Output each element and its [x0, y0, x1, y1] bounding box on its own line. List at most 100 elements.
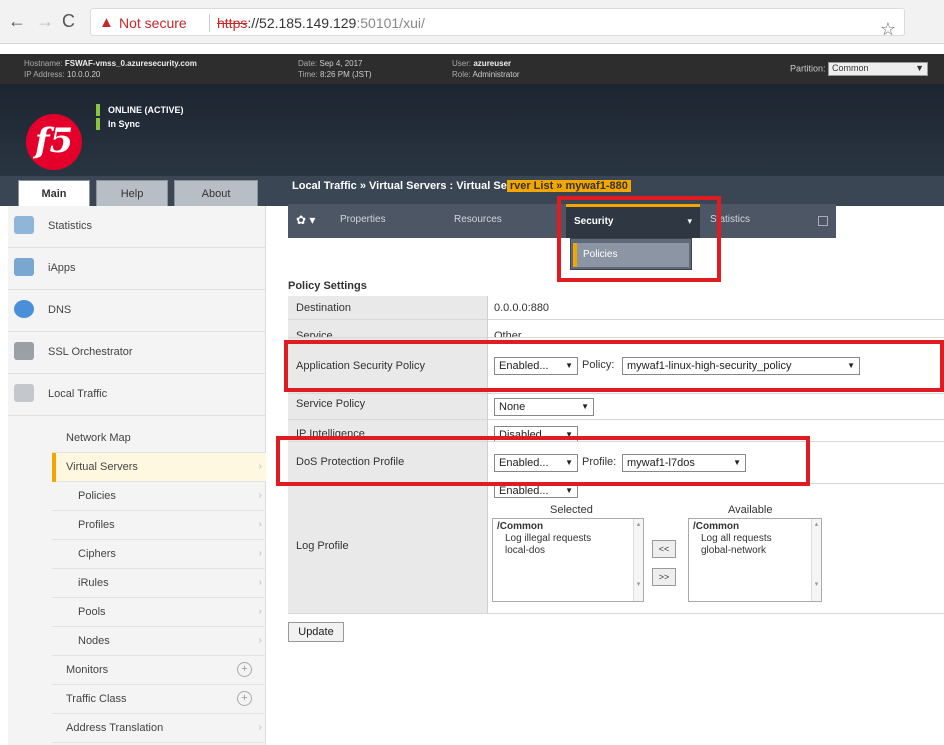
tab-main[interactable]: Main — [18, 180, 90, 206]
partition-control: Partition: Common ▼ — [790, 62, 928, 76]
statistics-icon — [14, 216, 34, 234]
address-bar[interactable]: ▲ Not secure https://52.185.149.129:5010… — [90, 8, 905, 39]
destination-label: Destination — [296, 302, 352, 314]
sidebar-item-statistics[interactable]: Statistics — [8, 206, 266, 248]
sync-status[interactable]: In Sync — [96, 118, 140, 130]
chevron-right-icon: › — [258, 519, 262, 530]
submenu-ciphers[interactable]: Ciphers › — [52, 540, 266, 569]
submenu-address-translation[interactable]: Address Translation › — [52, 714, 266, 743]
submenu-label: Network Map — [66, 432, 131, 444]
popout-icon[interactable] — [818, 216, 828, 226]
sidebar-item-local-traffic[interactable]: Local Traffic — [8, 374, 266, 416]
breadcrumb-separator: » — [359, 180, 366, 192]
submenu-policies[interactable]: Policies › — [52, 482, 266, 511]
reload-icon[interactable]: C — [62, 12, 75, 30]
submenu-traffic-class[interactable]: Traffic Class + — [52, 685, 266, 714]
warning-icon: ▲ — [99, 14, 114, 31]
partition-value: Common — [832, 63, 869, 73]
service-policy-value: None — [499, 401, 526, 413]
submenu-virtual-servers[interactable]: Virtual Servers › — [52, 453, 266, 482]
breadcrumb-section[interactable]: Local Traffic — [292, 180, 357, 192]
service-policy-select[interactable]: None ▼ — [494, 398, 594, 416]
partition-select[interactable]: Common ▼ — [828, 62, 928, 76]
submenu-label: iRules — [78, 577, 109, 589]
submenu-network-map[interactable]: Network Map — [52, 424, 266, 453]
breadcrumb-hidden: rver List » mywaf1-880 — [506, 180, 631, 192]
log-profile-label: Log Profile — [296, 540, 349, 552]
sidebar-item-ssl-orchestrator[interactable]: SSL Orchestrator — [8, 332, 266, 374]
selected-log-list[interactable]: /Common Log illegal requests local-dos ▴… — [492, 518, 644, 602]
submenu-label: Traffic Class — [66, 693, 127, 705]
url-host: ://52.185.149.129 — [247, 15, 357, 31]
update-button[interactable]: Update — [288, 622, 344, 642]
f5-logo: f5 — [26, 114, 82, 170]
log-state-select[interactable]: Enabled... ▼ — [494, 484, 578, 498]
bookmark-star-icon[interactable]: ☆ — [880, 19, 896, 40]
row-value: 0.0.0.0:880 — [488, 296, 944, 319]
available-heading: Available — [728, 504, 773, 516]
add-circle-icon[interactable]: + — [237, 691, 252, 706]
list-item[interactable]: local-dos — [497, 545, 639, 557]
row-label: Log Profile — [288, 484, 488, 613]
scrollbar[interactable]: ▴ ▾ — [811, 519, 821, 601]
submenu-label: Profiles — [78, 519, 115, 531]
submenu-label: Nodes — [78, 635, 110, 647]
f5-banner: f5 ONLINE (ACTIVE) In Sync — [0, 84, 944, 176]
scrollbar[interactable]: ▴ ▾ — [633, 519, 643, 601]
browser-toolbar: ← → C ▲ Not secure https://52.185.149.12… — [0, 0, 944, 44]
list-item[interactable]: /Common — [497, 521, 639, 533]
service-label: Service — [296, 330, 333, 338]
row-value: None ▼ — [488, 394, 944, 419]
log-state-value: Enabled... — [499, 485, 549, 497]
row-value: Enabled... ▼ Selected Available /Common L… — [488, 484, 944, 613]
sidebar-item-dns[interactable]: DNS — [8, 290, 266, 332]
add-circle-icon[interactable]: + — [237, 662, 252, 677]
gear-icon[interactable]: ✿ ▾ — [296, 213, 315, 227]
submenu-profiles[interactable]: Profiles › — [52, 511, 266, 540]
breadcrumb: Local Traffic » Virtual Servers : Virtua… — [292, 180, 631, 192]
row-service: Service Other — [288, 320, 944, 338]
row-label: Service — [288, 320, 488, 337]
not-secure-label: Not secure — [119, 15, 187, 31]
datetime-info: Date: Sep 4, 2017 Time: 8:26 PM (JST) — [298, 58, 372, 80]
submenu-monitors[interactable]: Monitors + — [52, 656, 266, 685]
submenu-nodes[interactable]: Nodes › — [52, 627, 266, 656]
date-label: Date: — [298, 59, 318, 68]
user-value: azureuser — [473, 59, 512, 68]
sidebar-item-iapps[interactable]: iApps — [8, 248, 266, 290]
submenu-label: Monitors — [66, 664, 109, 676]
highlight-dos-protection-profile — [276, 436, 810, 486]
list-item[interactable]: Log illegal requests — [497, 533, 639, 545]
sidebar-label: iApps — [48, 262, 76, 274]
highlight-application-security-policy — [284, 340, 944, 392]
move-left-button[interactable]: << — [652, 540, 676, 558]
role-value: Administrator — [472, 70, 520, 79]
list-item[interactable]: global-network — [693, 545, 817, 557]
available-log-list[interactable]: /Common Log all requests global-network … — [688, 518, 822, 602]
ip-label: IP Address: — [24, 70, 65, 79]
tab-properties[interactable]: Properties — [340, 214, 386, 225]
submenu-label: Policies — [78, 490, 116, 502]
iapps-icon — [14, 258, 34, 276]
forward-arrow-icon[interactable]: → — [36, 12, 54, 30]
submenu-irules[interactable]: iRules › — [52, 569, 266, 598]
move-right-button[interactable]: >> — [652, 568, 676, 586]
back-arrow-icon[interactable]: ← — [8, 12, 26, 30]
tab-help[interactable]: Help — [96, 180, 168, 206]
row-service-policy: Service Policy None ▼ — [288, 394, 944, 420]
tab-resources[interactable]: Resources — [454, 214, 502, 225]
url-path: :50101/xui/ — [356, 15, 425, 31]
tab-about[interactable]: About — [174, 180, 258, 206]
list-item[interactable]: /Common — [693, 521, 817, 533]
breadcrumb-page[interactable]: Virtual Servers : Virtual Se — [369, 180, 507, 192]
sidebar-label: Statistics — [48, 220, 93, 232]
ssl-lock-icon — [14, 342, 34, 360]
chevron-right-icon: › — [258, 490, 262, 501]
submenu-label: Virtual Servers — [66, 461, 138, 473]
hostname-value: FSWAF-vmss_0.azuresecurity.com — [64, 59, 197, 68]
row-label: Service Policy — [288, 394, 488, 419]
list-item[interactable]: Log all requests — [693, 533, 817, 545]
dropdown-arrow-icon: ▼ — [915, 63, 924, 73]
chevron-right-icon: › — [258, 548, 262, 559]
submenu-pools[interactable]: Pools › — [52, 598, 266, 627]
